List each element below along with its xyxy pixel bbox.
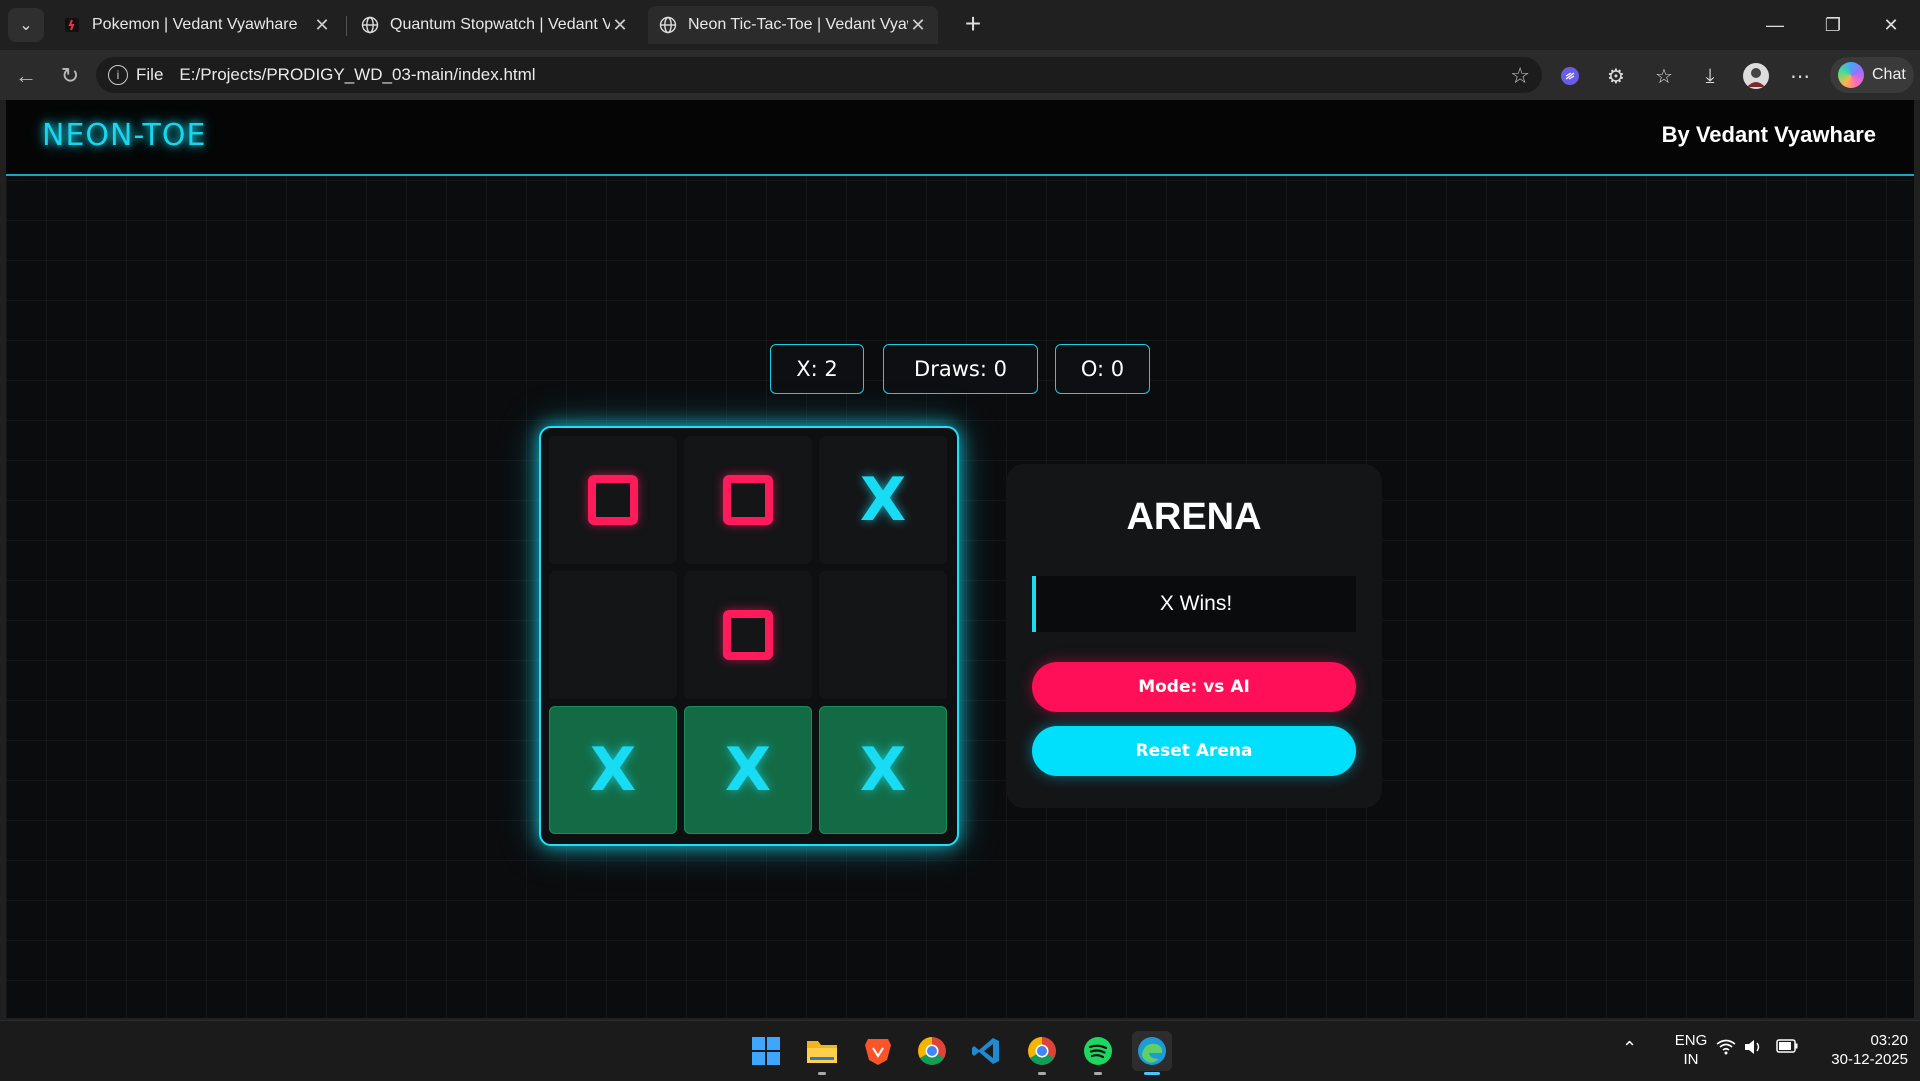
chat-label: Chat [1872, 66, 1906, 83]
battery-icon[interactable] [1776, 1039, 1798, 1058]
board-cell-8[interactable]: X [684, 706, 812, 834]
info-icon[interactable]: i [108, 65, 128, 85]
address-bar[interactable]: i File E:/Projects/PRODIGY_WD_03-main/in… [96, 57, 1542, 93]
board-cell-3[interactable]: X [819, 436, 947, 564]
arrow-left-icon: ← [15, 63, 37, 88]
restore-button[interactable]: ❐ [1804, 0, 1862, 50]
more-options-icon[interactable]: ⋯ [1786, 62, 1814, 90]
tab-title: Neon Tic-Tac-Toe | Vedant Vyawhare [688, 16, 908, 33]
reload-icon: ↻ [60, 63, 80, 88]
o-mark [723, 475, 773, 525]
clock-time: 03:20 [1870, 1032, 1908, 1049]
x-mark: X [859, 465, 907, 535]
chevron-down-icon: ⌄ [19, 17, 33, 34]
close-icon[interactable]: ✕ [312, 15, 332, 36]
o-mark [588, 475, 638, 525]
tab-neon-tic-tac-toe[interactable]: Neon Tic-Tac-Toe | Vedant Vyawhare ✕ [648, 6, 938, 44]
game-status: X Wins! [1032, 576, 1356, 632]
score-o: O: 0 [1055, 344, 1150, 394]
browser-toolbar: ← ↻ i File E:/Projects/PRODIGY_WD_03-mai… [0, 50, 1920, 100]
board-cell-7[interactable]: X [549, 706, 677, 834]
x-mark: X [589, 735, 637, 805]
close-icon[interactable]: ✕ [908, 15, 928, 36]
file-explorer-icon[interactable] [802, 1031, 842, 1075]
language-indicator[interactable]: ENG IN [1666, 1031, 1716, 1069]
game-board: X X X X [539, 426, 959, 846]
tab-pokemon[interactable]: Pokemon | Vedant Vyawhare ✕ [52, 6, 342, 44]
browser-tab-bar: ⌄ Pokemon | Vedant Vyawhare ✕ Quantum St… [0, 0, 1920, 50]
chrome-icon[interactable] [1022, 1031, 1062, 1075]
tab-title: Pokemon | Vedant Vyawhare [92, 16, 298, 33]
window-close-button[interactable]: ✕ [1862, 0, 1920, 50]
running-indicator [1144, 1072, 1160, 1075]
wifi-icon[interactable] [1716, 1039, 1736, 1059]
url-text: E:/Projects/PRODIGY_WD_03-main/index.htm… [179, 65, 536, 84]
pokeball-icon [62, 15, 82, 35]
tab-separator [346, 16, 347, 36]
favorites-icon[interactable]: ☆ [1650, 62, 1678, 90]
vscode-icon[interactable] [966, 1031, 1006, 1071]
star-icon[interactable]: ☆ [1510, 63, 1530, 89]
clock-date: 30-12-2025 [1831, 1051, 1908, 1068]
minimize-icon: — [1766, 14, 1784, 35]
board-cell-2[interactable] [684, 436, 812, 564]
download-icon[interactable]: ⤓ [1696, 62, 1724, 90]
board-cell-9[interactable]: X [819, 706, 947, 834]
tab-title: Quantum Stopwatch | Vedant Vyawhare [390, 16, 610, 33]
page-viewport: NEON-TOE By Vedant Vyawhare X: 2 Draws: … [6, 100, 1914, 1018]
copilot-chat-button[interactable]: Chat [1830, 57, 1914, 93]
panel-title: ARENA [1126, 496, 1262, 538]
windows-start-icon[interactable] [746, 1031, 786, 1071]
site-logo[interactable]: NEON-TOE [42, 118, 206, 153]
running-indicator [818, 1072, 826, 1075]
board-cell-6[interactable] [819, 571, 947, 699]
globe-icon [658, 15, 678, 35]
reset-arena-button[interactable]: Reset Arena [1032, 726, 1356, 776]
new-tab-button[interactable]: + [958, 10, 988, 40]
spotify-icon[interactable] [1078, 1031, 1118, 1075]
score-x: X: 2 [770, 344, 864, 394]
avatar[interactable] [1742, 62, 1770, 90]
score-draws: Draws: 0 [883, 344, 1038, 394]
back-button[interactable]: ← [10, 60, 42, 92]
mode-toggle-button[interactable]: Mode: vs AI [1032, 662, 1356, 712]
minimize-button[interactable]: — [1746, 0, 1804, 50]
site-header: NEON-TOE By Vedant Vyawhare [6, 100, 1914, 176]
tab-actions-menu[interactable]: ⌄ [8, 8, 44, 42]
x-mark: X [724, 735, 772, 805]
restore-icon: ❐ [1824, 14, 1842, 35]
globe-icon [360, 15, 380, 35]
region-code: IN [1683, 1051, 1699, 1068]
close-icon: ✕ [1883, 14, 1899, 35]
x-mark: X [859, 735, 907, 805]
close-icon[interactable]: ✕ [610, 15, 630, 36]
volume-icon[interactable] [1744, 1039, 1762, 1060]
brave-icon[interactable] [858, 1031, 898, 1071]
running-indicator [1038, 1072, 1046, 1075]
extension-icon[interactable] [1556, 62, 1584, 90]
clock[interactable]: 03:20 30-12-2025 [1808, 1031, 1908, 1069]
arena-panel: ARENA X Wins! Mode: vs AI Reset Arena [1006, 464, 1382, 808]
running-indicator [1094, 1072, 1102, 1075]
board-cell-4[interactable] [549, 571, 677, 699]
chevron-up-icon[interactable]: ⌃ [1622, 1039, 1637, 1058]
board-cell-1[interactable] [549, 436, 677, 564]
copilot-icon [1838, 62, 1864, 88]
tab-quantum-stopwatch[interactable]: Quantum Stopwatch | Vedant Vyawhare ✕ [350, 6, 640, 44]
board-cell-5[interactable] [684, 571, 812, 699]
language-code: ENG [1674, 1032, 1708, 1049]
taskbar: ⌃ ENG IN 03:20 30-12-2025 [0, 1020, 1920, 1081]
chrome-icon[interactable] [912, 1031, 952, 1071]
url-scheme: File [136, 65, 164, 84]
reload-button[interactable]: ↻ [54, 60, 86, 92]
edge-icon[interactable] [1132, 1031, 1172, 1075]
extensions-puzzle-icon[interactable]: ⚙ [1602, 62, 1630, 90]
author-byline: By Vedant Vyawhare [1661, 122, 1876, 147]
o-mark [723, 610, 773, 660]
